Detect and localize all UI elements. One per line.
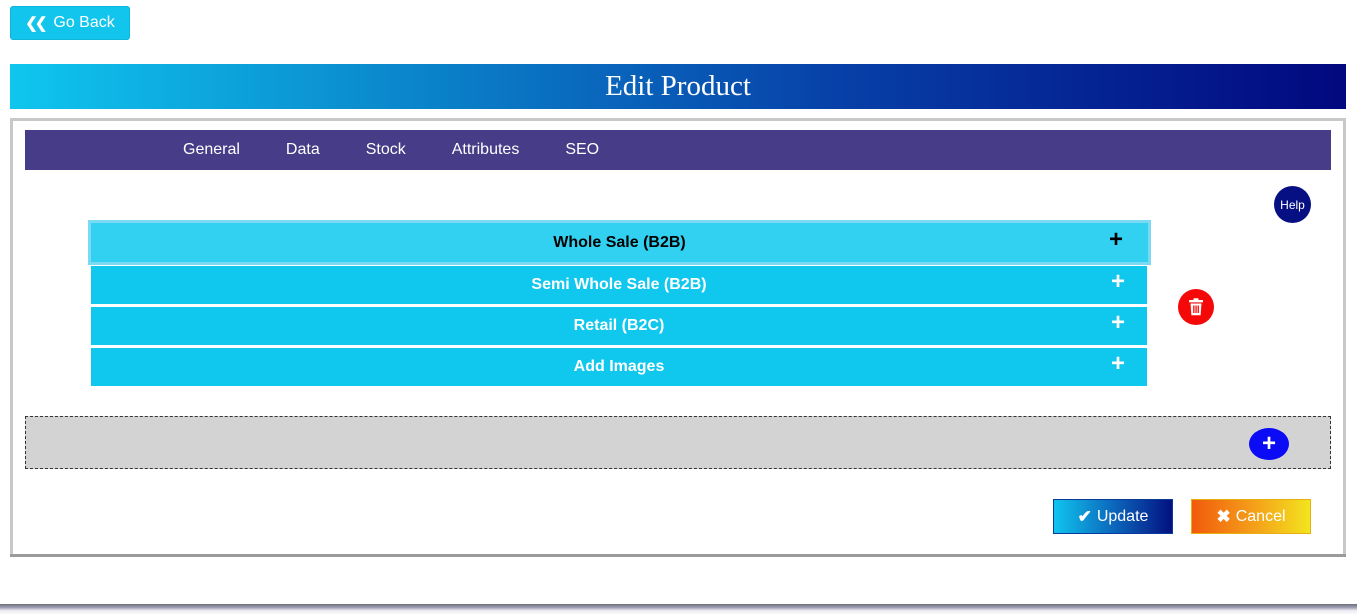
accordion-add-images[interactable]: Add Images + [91,348,1147,386]
accordion-label: Add Images [573,358,665,375]
expand-plus-icon: + [1110,350,1125,377]
tab-data[interactable]: Data [286,141,320,159]
accordion-label: Semi Whole Sale (B2B) [531,276,707,293]
accordion-label: Whole Sale (B2B) [553,233,686,251]
tab-bar: General Data Stock Attributes SEO [25,130,1331,170]
help-button[interactable]: Help [1274,186,1311,223]
tab-attributes[interactable]: Attributes [452,141,520,159]
accordion-label: Retail (B2C) [573,317,665,334]
add-variant-dropzone: + [25,416,1331,469]
expand-plus-icon: + [1110,268,1125,295]
page-title: Edit Product [605,70,751,102]
update-label: Update [1096,507,1149,525]
times-icon: ✖ [1216,506,1231,526]
help-label: Help [1280,197,1305,212]
cancel-label: Cancel [1235,507,1286,525]
expand-plus-icon: + [1110,309,1125,336]
footer-divider [0,604,1357,615]
accordion-retail[interactable]: Retail (B2C) + [91,307,1147,345]
edit-product-panel: General Data Stock Attributes SEO Help W… [10,118,1346,557]
cancel-button[interactable]: ✖ Cancel [1191,499,1311,534]
double-chevron-left-icon: ❮❮ [25,15,47,32]
accordion-whole-sale[interactable]: Whole Sale (B2B) + [88,220,1151,265]
add-button[interactable]: + [1249,428,1289,460]
check-icon: ✔ [1077,506,1092,526]
go-back-button[interactable]: ❮❮ Go Back [10,6,130,40]
expand-plus-icon: + [1108,226,1123,253]
trash-icon [1189,298,1203,316]
tab-general[interactable]: General [183,141,240,159]
update-button[interactable]: ✔ Update [1053,499,1173,534]
plus-icon: + [1261,430,1276,457]
page-title-bar: Edit Product [10,64,1346,109]
accordion-semi-whole-sale[interactable]: Semi Whole Sale (B2B) + [91,266,1147,304]
go-back-label: Go Back [53,14,115,31]
tab-seo[interactable]: SEO [565,141,599,159]
tab-stock[interactable]: Stock [366,141,406,159]
delete-button[interactable] [1178,289,1214,325]
